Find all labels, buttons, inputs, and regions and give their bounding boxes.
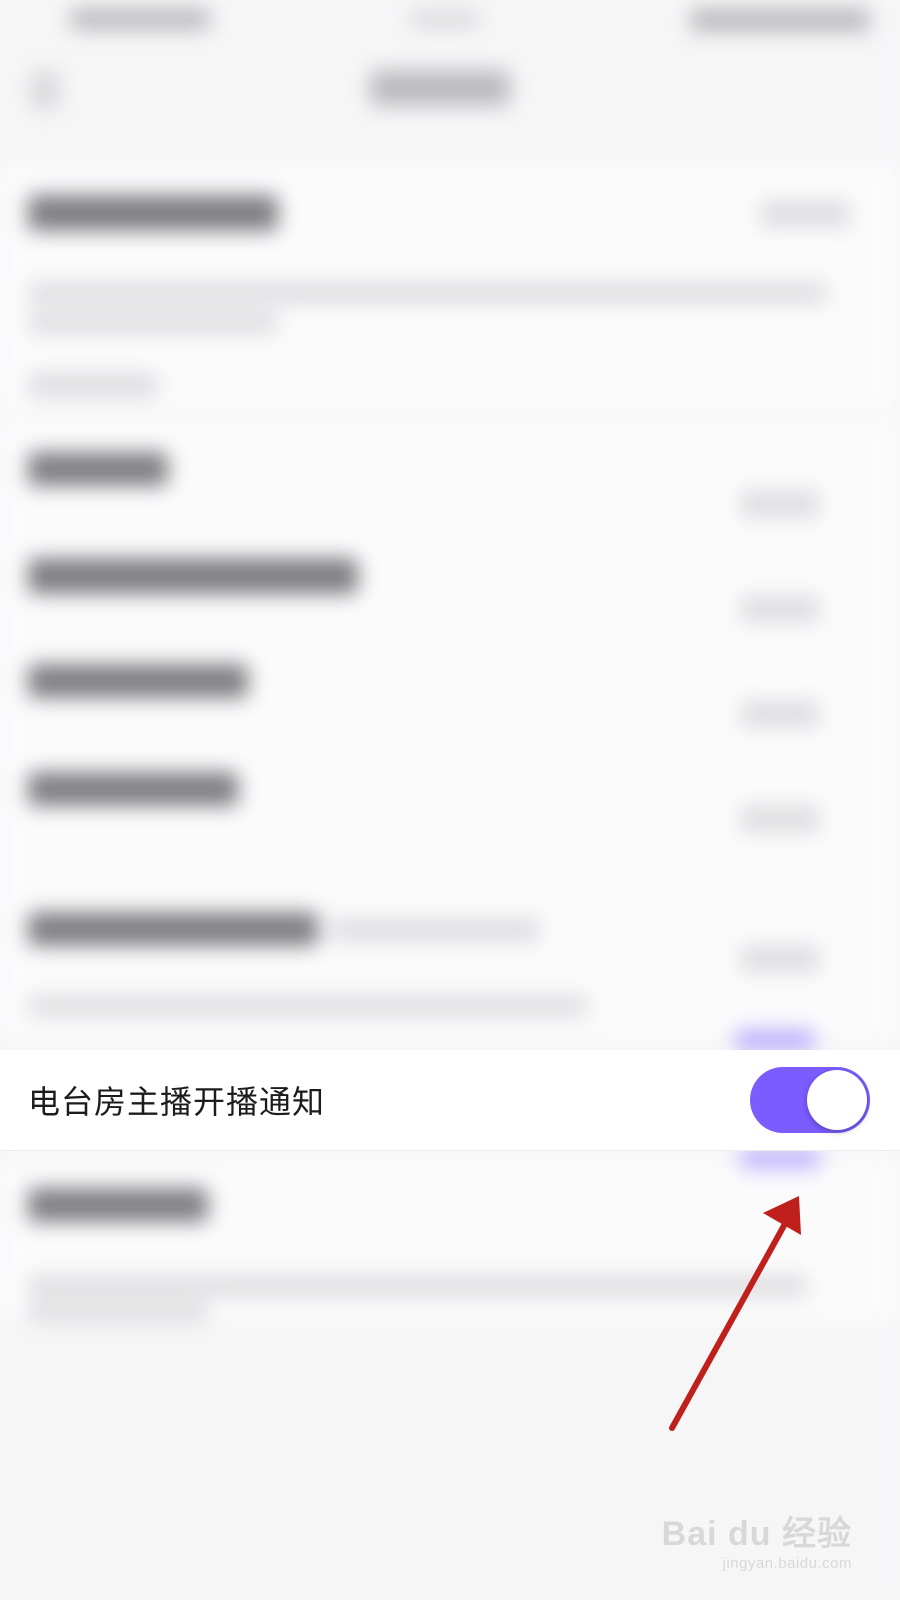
text-blur	[28, 282, 828, 304]
watermark-logo: Bai du 经验	[661, 1515, 852, 1553]
text-blur	[760, 200, 850, 228]
text-blur	[28, 558, 358, 594]
baidu-jingyan-watermark: Bai du 经验 jingyan.baidu.com	[662, 1506, 852, 1572]
status-bar-blur	[690, 8, 870, 32]
toggle-blur	[740, 595, 820, 623]
status-bar-blur	[410, 10, 480, 28]
toggle-blur	[740, 1150, 820, 1168]
setting-label: 电台房主播开播通知	[28, 1083, 326, 1121]
title-blur	[370, 70, 510, 106]
toggle-blur	[740, 490, 820, 518]
text-blur	[28, 1188, 208, 1222]
blurred-background	[0, 0, 900, 1600]
text-blur	[28, 772, 238, 806]
text-blur	[28, 312, 278, 334]
text-blur	[330, 918, 540, 942]
toggle-blur	[740, 805, 820, 833]
status-bar-blur	[70, 8, 210, 30]
text-blur	[28, 195, 278, 231]
watermark-url: jingyan.baidu.com	[722, 1555, 852, 1572]
text-blur	[28, 912, 318, 946]
toggle-blur	[740, 945, 820, 973]
toggle-blur	[735, 1030, 815, 1050]
text-blur	[28, 664, 248, 698]
live-notification-toggle[interactable]	[750, 1067, 870, 1133]
back-icon-blur	[30, 70, 60, 110]
toggle-knob	[807, 1070, 867, 1130]
setting-row-anchor-live-notification: 电台房主播开播通知	[0, 1050, 900, 1151]
toggle-blur	[740, 700, 820, 728]
text-blur	[28, 995, 588, 1017]
text-blur	[28, 1302, 208, 1322]
text-blur	[28, 1275, 808, 1297]
text-blur	[28, 372, 158, 398]
text-blur	[28, 452, 168, 486]
